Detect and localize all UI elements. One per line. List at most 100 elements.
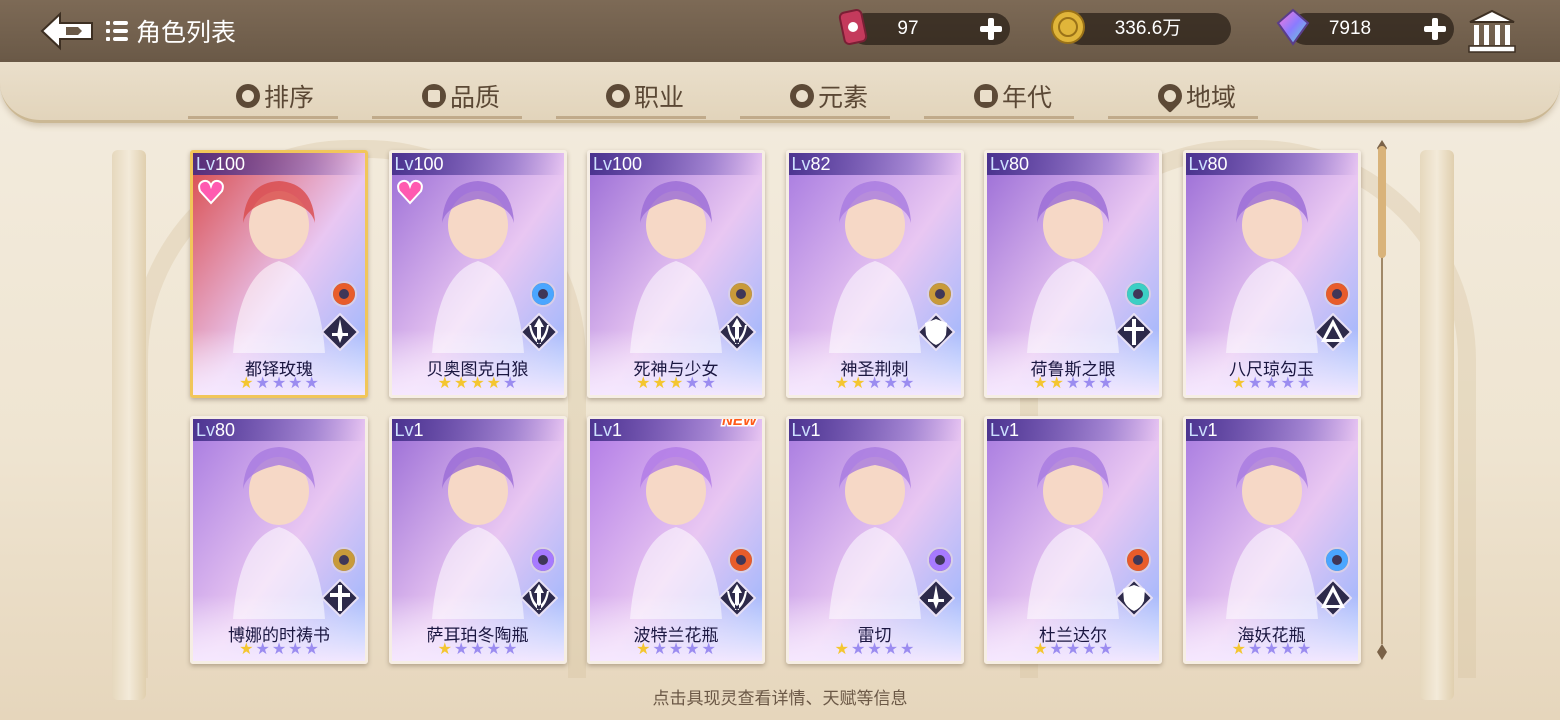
back-arrow-icon [40,11,93,51]
level-badge: Lv100 [391,153,564,175]
star-rating: ★ ★ ★ ★ ★ [590,641,762,661]
class-icon [606,84,630,108]
region-icon [1153,79,1187,113]
character-card[interactable]: Lv1 波特兰花瓶 ★ ★ ★ ★ ★ NEW [587,416,765,664]
level-badge: Lv80 [193,419,365,441]
level-text: Lv80 [196,420,236,440]
star-rating: ★ ★ ★ ★ ★ [193,641,365,661]
star-empty-icon: ★ [1049,641,1064,658]
element-wind-icon [1125,281,1151,307]
star-empty-icon: ★ [271,375,287,392]
star-empty-icon: ★ [288,375,303,392]
star-empty-icon: ★ [883,641,899,658]
star-empty-icon: ★ [288,641,303,658]
class-shield-icon [916,313,955,351]
filter-era[interactable]: 年代 [974,80,1052,112]
star-empty-icon: ★ [503,641,518,658]
character-card[interactable]: Lv82 神圣荆刺 ★ ★ ★ ★ ★ [785,150,964,398]
star-rating: ★ ★ ★ ★ ★ [789,375,961,395]
class-bow-icon [519,579,558,617]
star-filled-icon: ★ [239,641,254,658]
star-rating: ★ ★ ★ ★ ★ [987,641,1159,661]
back-button[interactable] [38,10,96,52]
add-ticket-button[interactable] [976,14,1006,44]
star-rating: ★ ★ ★ ★ ★ [392,641,564,661]
element-thunder-icon [529,547,556,573]
element-earth-icon [331,547,357,573]
page-title: 角色列表 [106,12,236,50]
character-card[interactable]: Lv1 海妖花瓶 ★ ★ ★ ★ ★ [1182,416,1361,664]
character-card[interactable]: Lv1 杜兰达尔 ★ ★ ★ ★ ★ [984,416,1162,664]
list-icon [106,21,128,41]
star-rating: ★ ★ ★ ★ ★ [392,375,564,395]
element-earth-icon [926,281,953,307]
star-empty-icon: ★ [1082,641,1097,658]
top-bar: 角色列表 97 336.6万 7918 [0,0,1560,62]
star-empty-icon: ★ [486,641,502,658]
resource-ticket: 97 [838,8,1010,46]
character-card[interactable]: Lv80 荷鲁斯之眼 ★ ★ ★ ★ ★ [984,150,1162,398]
level-badge: Lv80 [987,153,1159,175]
element-fire-icon [331,281,357,307]
level-text: Lv82 [791,154,831,174]
add-gem-button[interactable] [1420,14,1450,44]
filter-sort[interactable]: 排序 [236,80,314,112]
new-badge: NEW [721,419,761,431]
class-tri-icon [1313,579,1352,617]
filter-sort-label: 排序 [264,84,315,112]
star-filled-icon: ★ [1033,375,1048,392]
star-empty-icon: ★ [850,641,866,658]
class-bow-icon [718,313,756,351]
star-empty-icon: ★ [1098,375,1113,392]
element-thunder-icon [926,547,953,573]
star-empty-icon: ★ [1247,375,1263,392]
star-filled-icon: ★ [470,375,485,392]
scrollbar-thumb[interactable] [1378,146,1386,258]
museum-button[interactable] [1466,8,1518,54]
star-empty-icon: ★ [255,375,270,392]
level-text: Lv100 [394,154,444,174]
star-filled-icon: ★ [636,375,651,392]
character-card[interactable]: Lv100 贝奥图克白狼 ★ ★ ★ ★ ★ [388,150,567,398]
filter-region-label: 地域 [1186,84,1237,112]
star-empty-icon: ★ [271,641,287,658]
star-empty-icon: ★ [701,641,716,658]
filter-quality[interactable]: 品质 [422,80,500,112]
class-bow-icon [519,313,558,351]
character-card[interactable]: Lv100 死神与少女 ★ ★ ★ ★ ★ [587,150,765,398]
filter-divider [372,116,522,119]
character-card[interactable]: Lv1 雷切 ★ ★ ★ ★ ★ [785,416,964,664]
filter-class[interactable]: 职业 [606,80,684,112]
element-fire-icon [1323,281,1350,307]
star-empty-icon: ★ [1082,375,1097,392]
filter-divider [924,116,1074,119]
character-card[interactable]: Lv100 都铎玫瑰 ★ ★ ★ ★ ★ [190,150,368,398]
character-card[interactable]: Lv80 博娜的时祷书 ★ ★ ★ ★ ★ [190,416,368,664]
level-badge: Lv80 [1185,153,1358,175]
level-badge: Lv1 [987,419,1159,441]
filter-element[interactable]: 元素 [790,80,868,112]
element-earth-icon [728,281,754,307]
star-filled-icon: ★ [437,375,452,392]
star-empty-icon: ★ [1098,641,1113,658]
filter-quality-label: 品质 [450,84,501,112]
museum-icon [1468,9,1516,53]
element-icon [790,84,814,108]
star-rating: ★ ★ ★ ★ ★ [789,641,961,661]
star-rating: ★ ★ ★ ★ ★ [590,375,762,395]
element-fire-icon [1125,547,1151,573]
star-empty-icon: ★ [668,641,684,658]
star-empty-icon: ★ [1297,641,1312,658]
class-sword-icon [321,313,359,351]
filter-divider [188,116,338,119]
star-filled-icon: ★ [834,375,849,392]
character-card[interactable]: Lv80 八尺琼勾玉 ★ ★ ★ ★ ★ [1182,150,1361,398]
level-badge: Lv82 [788,153,961,175]
character-card[interactable]: Lv1 萨耳珀冬陶瓶 ★ ★ ★ ★ ★ [388,416,567,664]
filter-divider [556,116,706,119]
resource-gold: 336.6万 [1051,10,1231,45]
star-empty-icon: ★ [503,375,518,392]
star-empty-icon: ★ [867,641,882,658]
star-filled-icon: ★ [668,375,684,392]
filter-region[interactable]: 地域 [1153,79,1237,113]
